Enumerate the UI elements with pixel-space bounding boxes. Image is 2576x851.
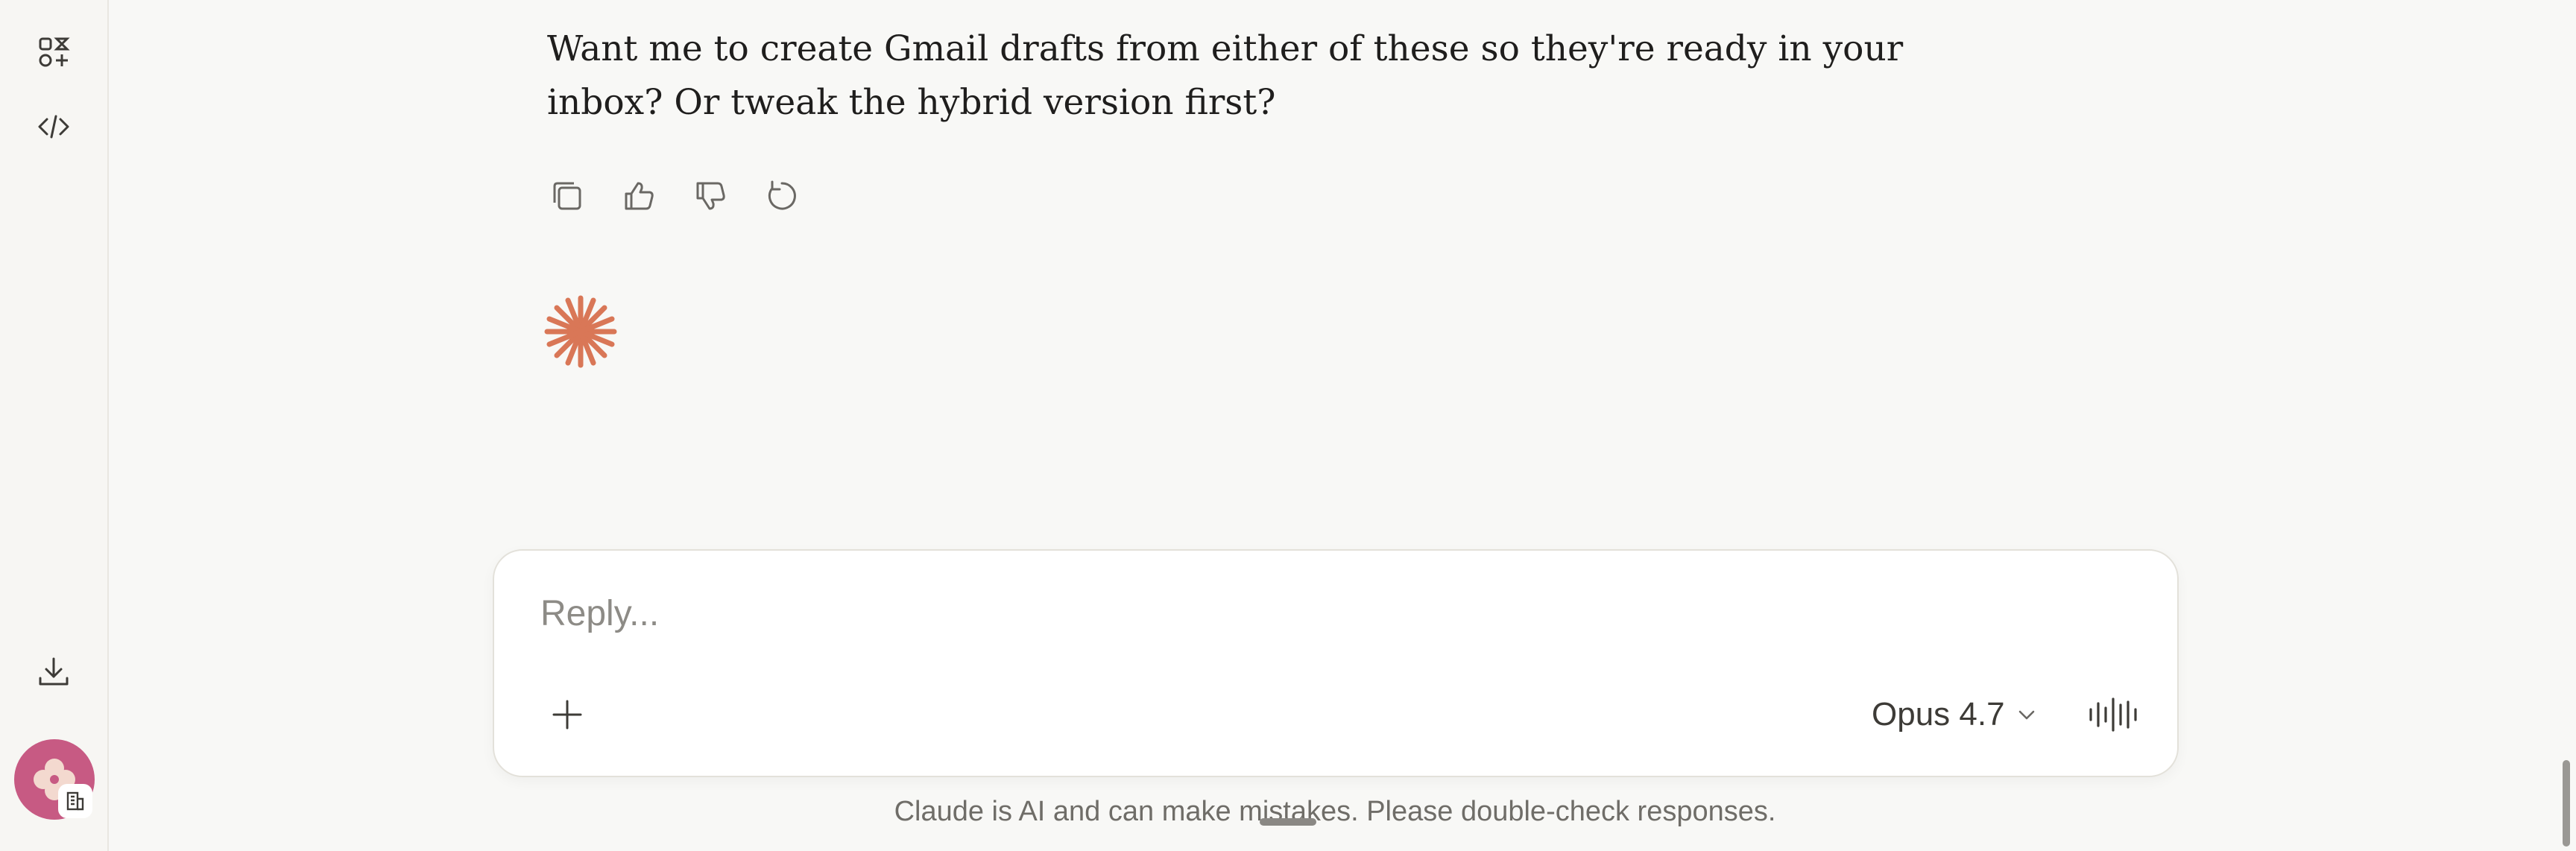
composer: Opus 4.7 xyxy=(493,549,2179,777)
add-attachment-button[interactable] xyxy=(540,688,594,741)
thumbs-down-icon xyxy=(696,182,725,210)
copy-icon xyxy=(553,182,581,210)
code-button[interactable] xyxy=(27,100,80,154)
model-label: Opus 4.7 xyxy=(1872,696,2005,733)
resize-handle[interactable] xyxy=(1260,818,1316,826)
voice-mode-button[interactable] xyxy=(2082,683,2144,746)
sidebar xyxy=(0,0,109,851)
scrollbar[interactable] xyxy=(2563,760,2570,847)
thumbs-down-button[interactable] xyxy=(687,173,733,219)
apps-icon xyxy=(39,37,70,67)
retry-icon xyxy=(768,180,796,210)
apps-button[interactable] xyxy=(27,25,80,79)
chevron-down-icon xyxy=(2018,710,2034,720)
assistant-message-text: Want me to create Gmail drafts from eith… xyxy=(547,28,1904,123)
reply-input[interactable] xyxy=(539,586,2107,640)
copy-button[interactable] xyxy=(544,173,590,219)
message-actions xyxy=(544,173,805,219)
download-icon xyxy=(39,657,69,686)
plus-icon xyxy=(552,700,582,730)
model-selector[interactable]: Opus 4.7 xyxy=(1872,689,2038,740)
retry-button[interactable] xyxy=(759,173,805,219)
download-button[interactable] xyxy=(27,645,80,699)
voice-waveform-icon xyxy=(2089,697,2137,732)
thumbs-up-button[interactable] xyxy=(616,173,662,219)
code-icon xyxy=(38,115,69,139)
claude-spark-icon xyxy=(544,295,617,368)
thumbs-up-icon xyxy=(625,182,654,210)
